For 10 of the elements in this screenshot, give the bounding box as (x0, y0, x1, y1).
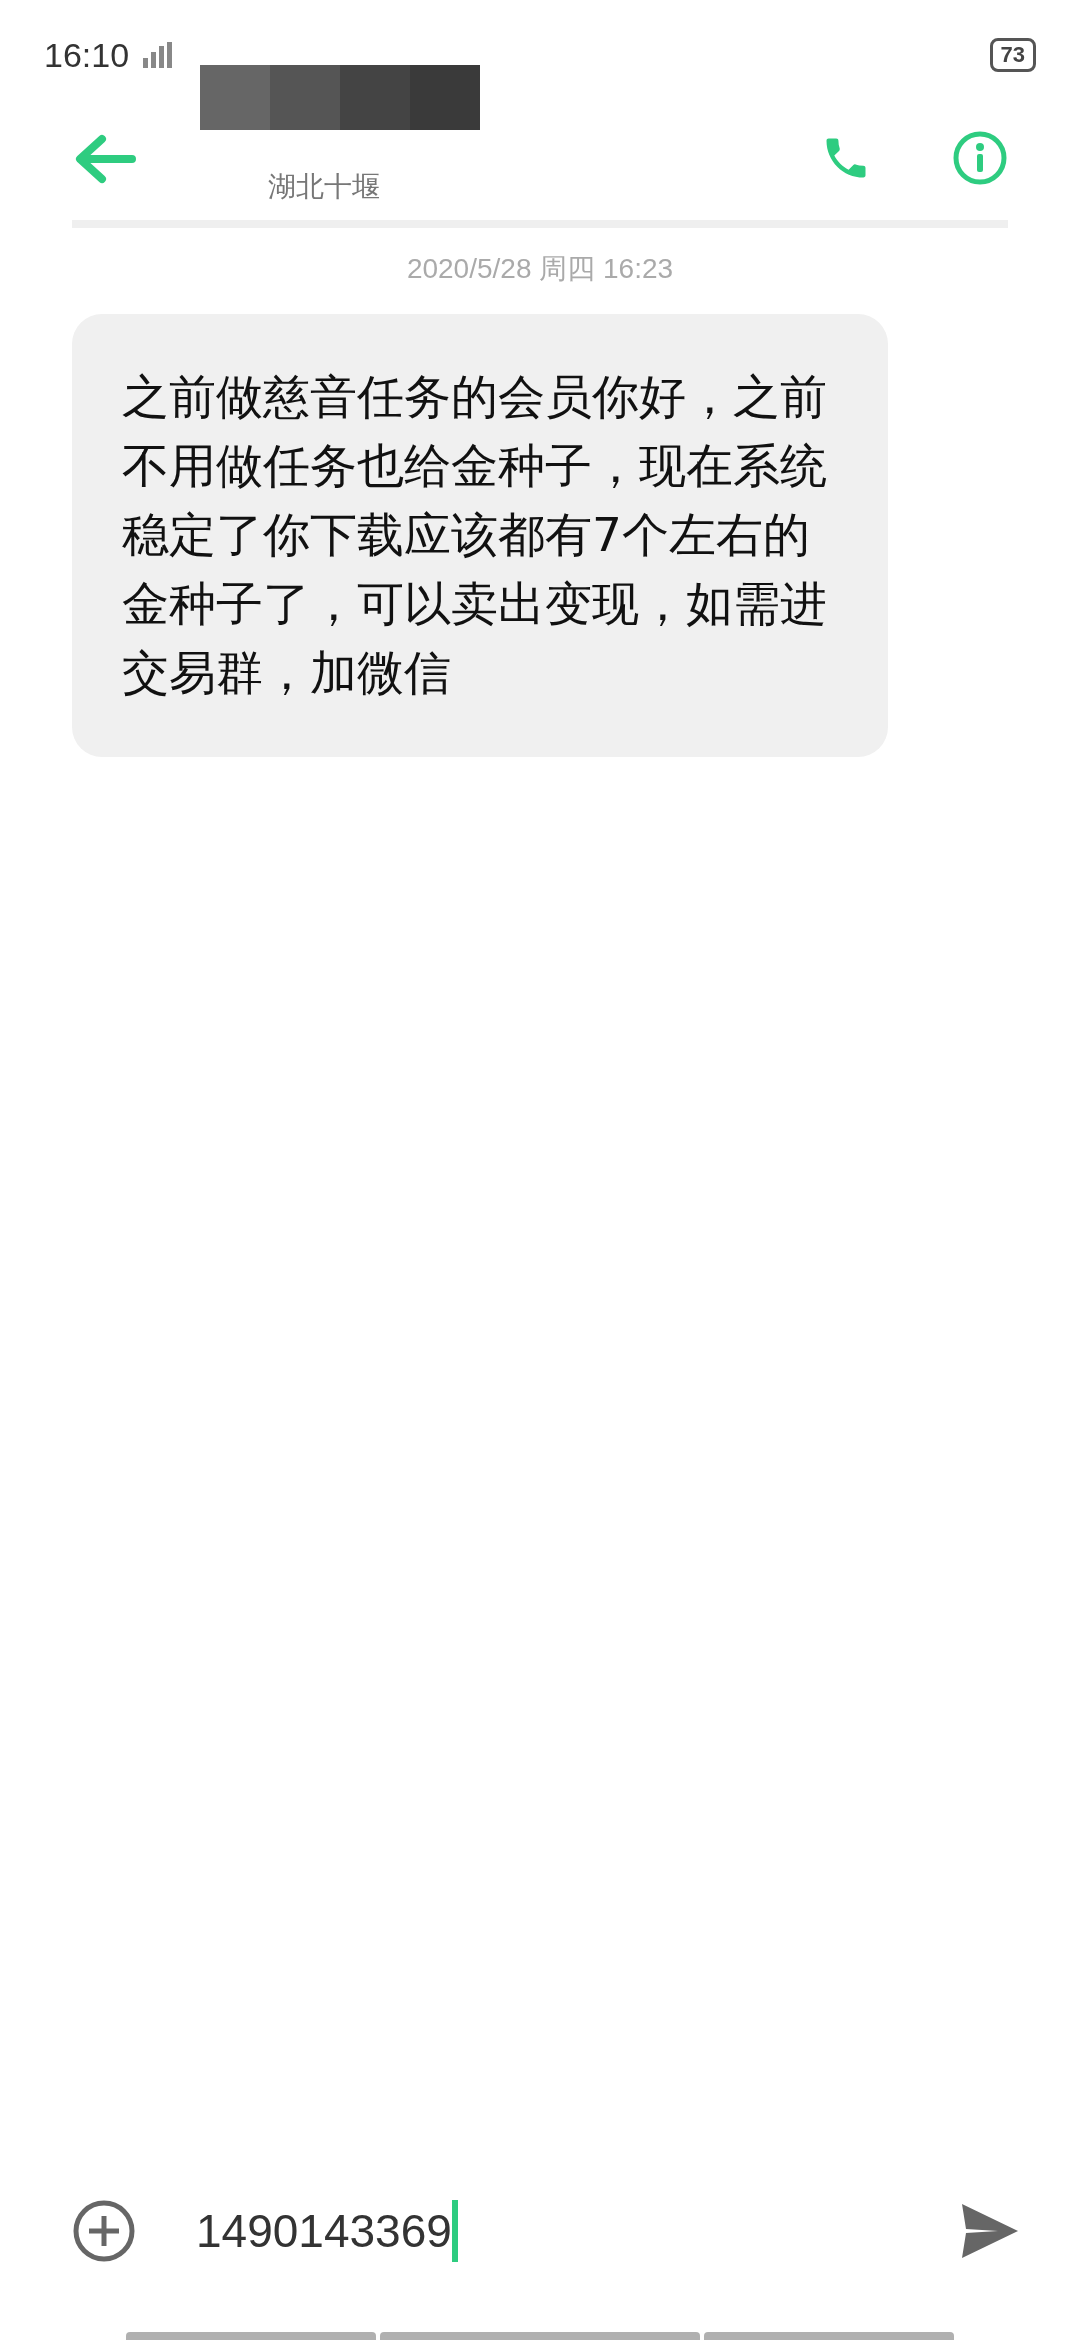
text-cursor (451, 2200, 458, 2262)
info-button[interactable] (952, 130, 1008, 186)
message-text: 之前做慈音任务的会员你好，之前不用做任务也给金种子，现在系统稳定了你下载应该都有7个左右的金种子了，可以卖出变现，如需进交易群，加微信 (122, 368, 828, 702)
contact-location: 湖北十堰 (268, 169, 380, 205)
battery-level: 73 (989, 38, 1036, 72)
message-input[interactable]: 1490143369 (196, 2200, 898, 2262)
status-time: 16:10 (44, 35, 130, 75)
message-timestamp: 2020/5/28 周四 16:23 (405, 252, 675, 286)
add-button[interactable] (72, 2199, 136, 2263)
signal-icon (143, 42, 173, 68)
